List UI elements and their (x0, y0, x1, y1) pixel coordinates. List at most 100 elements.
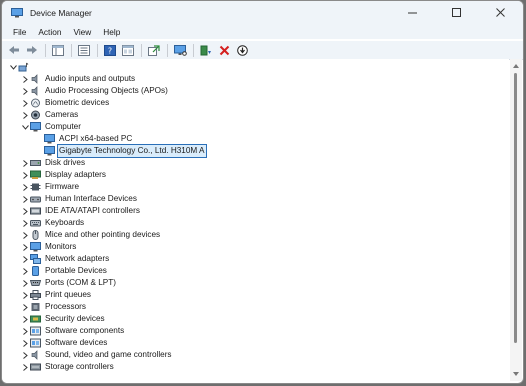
tree-item-label: Biometric devices (45, 98, 110, 107)
tree-item-label: Software components (45, 326, 125, 335)
fingerprint-icon (30, 98, 41, 108)
chevron-down-icon[interactable] (20, 121, 30, 133)
update-driver-button[interactable] (199, 43, 213, 57)
tree-item-audio-processing-objects-apos[interactable]: Audio Processing Objects (APOs) (20, 85, 169, 97)
chevron-right-icon[interactable] (20, 217, 30, 229)
toolbar-separator (193, 43, 194, 57)
chevron-right-icon[interactable] (20, 229, 30, 241)
tree-item-disk-drives[interactable]: Disk drives (20, 157, 86, 169)
tree-item-display-adapters[interactable]: Display adapters (20, 169, 107, 181)
chevron-right-icon[interactable] (20, 157, 30, 169)
chevron-right-icon[interactable] (20, 253, 30, 265)
tree-item-label: Mice and other pointing devices (45, 230, 161, 239)
console-tree-icon (52, 44, 64, 56)
menu-view[interactable]: View (67, 27, 97, 37)
monitor-icon (44, 134, 55, 144)
tree-item-computer[interactable]: Computer (20, 121, 82, 133)
tree-item-gigabyte-technology-co-ltd-h310m-a[interactable]: Gigabyte Technology Co., Ltd. H310M A (36, 144, 207, 158)
tree-item-processors[interactable]: Processors (20, 301, 87, 313)
tree-item-label: Storage controllers (45, 362, 114, 371)
uninstall-device-button[interactable] (217, 43, 231, 57)
device-manager-app-icon (11, 8, 23, 18)
chevron-right-icon[interactable] (20, 277, 30, 289)
tree-item-label: IDE ATA/ATAPI controllers (45, 206, 140, 215)
tree-item-label: Software devices (45, 338, 108, 347)
tree-item-print-queues[interactable]: Print queues (20, 289, 92, 301)
maximize-button[interactable] (435, 1, 479, 25)
export-list-button[interactable] (147, 43, 161, 57)
tree-item-software-components[interactable]: Software components (20, 325, 125, 337)
chevron-right-icon[interactable] (20, 181, 30, 193)
scroll-up-arrow-icon[interactable] (512, 62, 520, 70)
tree-item-label: Gigabyte Technology Co., Ltd. H310M A (57, 144, 207, 158)
chevron-right-icon[interactable] (20, 325, 30, 337)
chevron-right-icon[interactable] (20, 109, 30, 121)
device-tree[interactable]: Audio inputs and outputs Audio Processing… (2, 59, 509, 383)
tree-item-software-devices[interactable]: Software devices (20, 337, 108, 349)
software-icon (30, 338, 41, 348)
chevron-right-icon[interactable] (20, 169, 30, 181)
maximize-icon (452, 8, 461, 17)
forward-button[interactable] (25, 43, 39, 57)
menu-action[interactable]: Action (32, 27, 67, 37)
chevron-right-icon[interactable] (20, 289, 30, 301)
tree-item-label: Display adapters (45, 170, 106, 179)
speaker-icon (30, 350, 41, 360)
red-x-icon (219, 45, 229, 55)
tree-item-ide-ata-atapi-controllers[interactable]: IDE ATA/ATAPI controllers (20, 205, 141, 217)
chevron-right-icon[interactable] (20, 97, 30, 109)
tree-item-keyboards[interactable]: Keyboards (20, 217, 85, 229)
properties-button[interactable] (77, 43, 91, 57)
keyboard-icon (30, 218, 41, 228)
chevron-right-icon[interactable] (20, 205, 30, 217)
disable-device-button[interactable] (235, 43, 249, 57)
tree-item-portable-devices[interactable]: Portable Devices (20, 265, 108, 277)
tree-item-sound-video-and-game-controllers[interactable]: Sound, video and game controllers (20, 349, 173, 361)
toolbar-separator (97, 43, 98, 57)
tree-item-network-adapters[interactable]: Network adapters (20, 253, 110, 265)
tree-item-audio-inputs-and-outputs[interactable]: Audio inputs and outputs (20, 73, 136, 85)
close-button[interactable] (479, 1, 523, 25)
scan-hardware-changes-button[interactable] (173, 43, 187, 57)
port-icon (30, 278, 41, 288)
chevron-right-icon[interactable] (20, 241, 30, 253)
chevron-right-icon[interactable] (20, 361, 30, 373)
vertical-scrollbar[interactable] (510, 59, 522, 381)
portable-device-icon (30, 266, 41, 276)
tree-item-label: Network adapters (45, 254, 110, 263)
tree-item-human-interface-devices[interactable]: Human Interface Devices (20, 193, 138, 205)
tree-item-biometric-devices[interactable]: Biometric devices (20, 97, 110, 109)
chevron-right-icon[interactable] (20, 265, 30, 277)
scroll-down-arrow-icon[interactable] (512, 370, 520, 378)
chevron-right-icon[interactable] (20, 73, 30, 85)
minimize-button[interactable] (391, 1, 435, 25)
tree-item-storage-controllers[interactable]: Storage controllers (20, 361, 115, 373)
chevron-right-icon[interactable] (20, 193, 30, 205)
download-circle-icon (236, 44, 248, 56)
chevron-right-icon[interactable] (20, 337, 30, 349)
chevron-right-icon[interactable] (20, 313, 30, 325)
tree-item-monitors[interactable]: Monitors (20, 241, 77, 253)
tree-item-security-devices[interactable]: Security devices (20, 313, 106, 325)
hid-icon (30, 194, 41, 204)
help-button[interactable]: ? (103, 43, 117, 57)
menu-file[interactable]: File (7, 27, 32, 37)
chevron-down-icon[interactable] (8, 61, 18, 73)
chevron-right-icon[interactable] (20, 349, 30, 361)
tree-item-ports-com-lpt[interactable]: Ports (COM & LPT) (20, 277, 117, 289)
back-button[interactable] (7, 43, 21, 57)
view-panel-button[interactable] (121, 43, 135, 57)
title-bar[interactable]: Device Manager (2, 1, 523, 25)
chevron-right-icon[interactable] (20, 301, 30, 313)
tree-item-firmware[interactable]: Firmware (20, 181, 80, 193)
tree-item-cameras[interactable]: Cameras (20, 109, 79, 121)
tree-item-mice-and-other-pointing-devices[interactable]: Mice and other pointing devices (20, 229, 161, 241)
show-hide-console-tree-button[interactable] (51, 43, 65, 57)
tree-item-label: Security devices (45, 314, 105, 323)
menu-help[interactable]: Help (97, 27, 126, 37)
chevron-right-icon[interactable] (20, 85, 30, 97)
tree-root-row[interactable] (8, 61, 34, 73)
tree-item-acpi-x64-based-pc[interactable]: ACPI x64-based PC (36, 133, 133, 145)
scrollbar-thumb[interactable] (514, 73, 517, 343)
tree-item-label: Audio inputs and outputs (45, 74, 136, 83)
